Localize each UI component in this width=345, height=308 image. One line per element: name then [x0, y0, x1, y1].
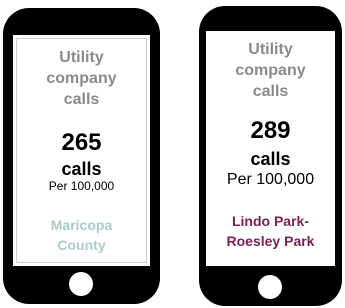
metric-heading: Utility company calls — [17, 47, 146, 110]
place-line-2: Roesley Park — [226, 233, 315, 249]
phone-screen: Utility company calls 265 calls Per 100,… — [13, 35, 150, 266]
heading-line-2: company — [235, 62, 306, 79]
place-line-1: Maricopa — [50, 217, 113, 233]
heading-line-3: calls — [63, 91, 100, 108]
calls-unit: calls — [250, 149, 291, 169]
phone-screen: Utility company calls 289 calls Per 100,… — [206, 31, 335, 266]
calls-unit: calls — [61, 159, 102, 179]
place-line-1: Lindo Park- — [231, 213, 309, 229]
heading-line-2: company — [46, 70, 117, 87]
metric-heading: Utility company calls — [206, 39, 335, 102]
heading-line-3: calls — [252, 83, 289, 100]
rate-basis: Per 100,000 — [226, 171, 315, 188]
home-button — [69, 272, 93, 296]
heading-line-1: Utility — [59, 49, 104, 66]
place-name: Maricopa County — [17, 215, 146, 255]
calls-value: 289 — [250, 117, 291, 144]
heading-line-1: Utility — [248, 41, 293, 58]
rate-basis: Per 100,000 — [48, 179, 115, 193]
screen-frame: Utility company calls 289 calls Per 100,… — [206, 31, 335, 266]
home-button — [258, 275, 282, 299]
place-line-2: County — [57, 237, 106, 253]
phone-maricopa-county: Utility company calls 265 calls Per 100,… — [3, 8, 160, 304]
screen-frame: Utility company calls 265 calls Per 100,… — [16, 38, 147, 263]
place-name: Lindo Park- Roesley Park — [206, 211, 335, 251]
phone-lindo-park-roesley-park: Utility company calls 289 calls Per 100,… — [199, 6, 342, 306]
calls-value: 265 — [61, 129, 102, 156]
